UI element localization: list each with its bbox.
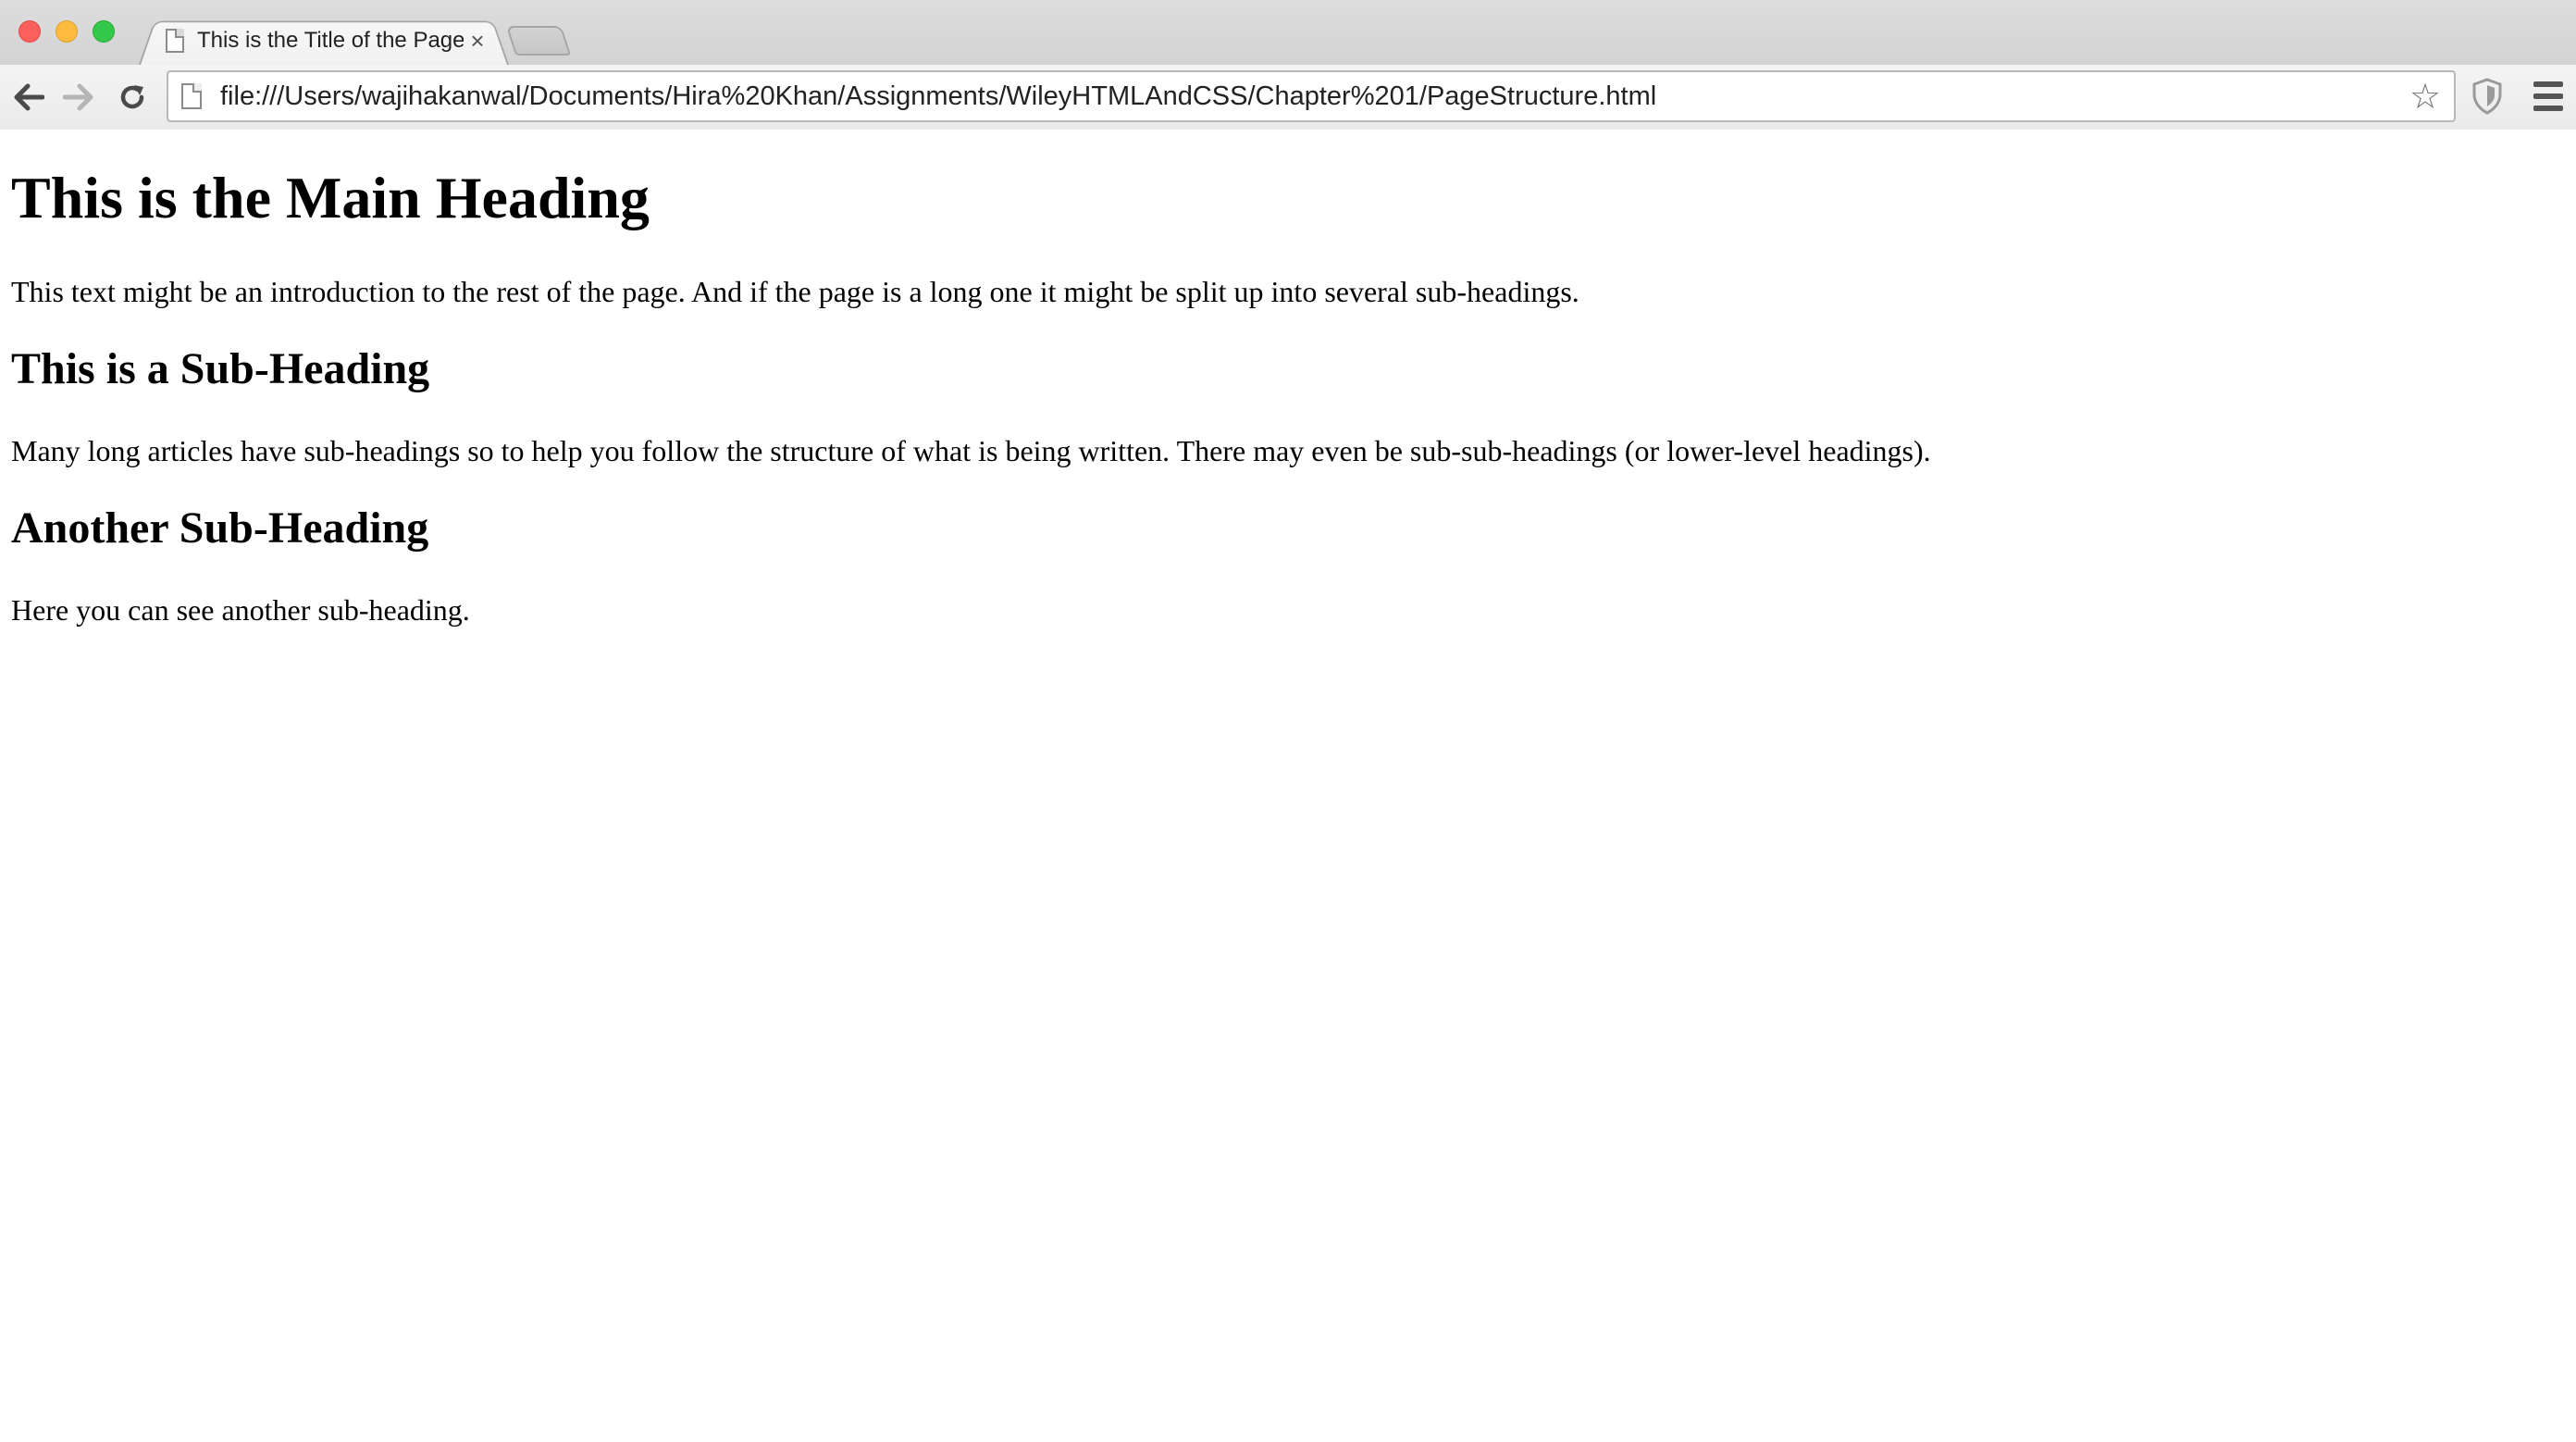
- tab-close-icon[interactable]: ×: [464, 27, 491, 56]
- url-text[interactable]: file:///Users/wajihakanwal/Documents/Hir…: [220, 81, 2402, 112]
- hamburger-menu-icon[interactable]: [2533, 81, 2563, 111]
- window-close-button[interactable]: [19, 20, 41, 43]
- page-content: This is the Main Heading This text might…: [0, 131, 2576, 1442]
- toolbar: file:///Users/wajihakanwal/Documents/Hir…: [0, 65, 2576, 130]
- page-icon: [181, 83, 202, 109]
- sub-heading: This is a Sub-Heading: [11, 344, 430, 394]
- paragraph: Many long articles have sub-headings so …: [11, 433, 1931, 467]
- new-tab-button[interactable]: [505, 26, 572, 56]
- paragraph: Here you can see another sub-heading.: [11, 592, 470, 627]
- menu-line: [2533, 93, 2563, 99]
- shield-icon[interactable]: [2471, 76, 2504, 117]
- arrow-left-icon: [14, 83, 44, 111]
- intro-paragraph: This text might be an introduction to th…: [11, 274, 1579, 308]
- menu-line: [2533, 81, 2563, 87]
- window-minimize-button[interactable]: [56, 20, 78, 43]
- shield-icon-svg: [2472, 78, 2502, 115]
- address-bar[interactable]: file:///Users/wajihakanwal/Documents/Hir…: [167, 70, 2456, 122]
- window-maximize-button[interactable]: [93, 20, 115, 43]
- sub-heading: Another Sub-Heading: [11, 503, 429, 553]
- reload-icon: [120, 85, 144, 109]
- browser-chrome: This is the Title of the Page × file:///…: [0, 0, 2576, 130]
- reload-button[interactable]: [109, 74, 155, 120]
- forward-button[interactable]: [56, 74, 102, 120]
- tab-title: This is the Title of the Page: [197, 28, 464, 53]
- active-tab-content[interactable]: This is the Title of the Page ×: [162, 22, 504, 59]
- menu-line: [2533, 106, 2563, 111]
- arrow-right-icon: [63, 83, 93, 111]
- star-icon[interactable]: ☆: [2402, 76, 2448, 117]
- tab-strip: This is the Title of the Page ×: [0, 0, 2576, 66]
- back-button[interactable]: [6, 74, 52, 120]
- main-heading: This is the Main Heading: [11, 165, 650, 230]
- page-icon: [166, 29, 184, 53]
